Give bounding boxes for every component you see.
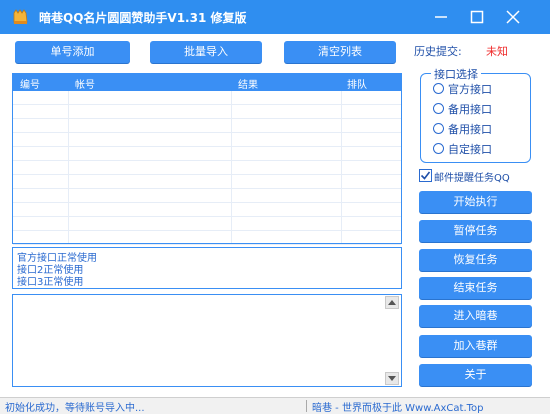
column-header-id[interactable]: 编号 — [20, 76, 40, 91]
radio-circle-icon — [433, 143, 444, 154]
about-button[interactable]: 关于 — [419, 364, 532, 386]
radio-backup-interface-2[interactable]: 备用接口 — [433, 121, 533, 137]
app-icon — [12, 9, 29, 25]
status-message: 初始化成功，等待账号导入中... — [5, 403, 145, 414]
interface-log[interactable]: 官方接口正常使用 接口2正常使用 接口3正常使用 — [12, 247, 402, 289]
table-row[interactable] — [13, 119, 401, 133]
status-website[interactable]: 暗巷 - 世界而极于此 Www.AxCat.Top — [312, 399, 484, 414]
email-notify-checkbox[interactable] — [419, 169, 432, 182]
radio-custom-interface[interactable]: 自定接口 — [433, 141, 533, 157]
history-value: 未知 — [486, 45, 508, 58]
maximize-button[interactable] — [464, 6, 490, 28]
enter-button[interactable]: 进入暗巷 — [419, 305, 532, 327]
close-icon — [506, 10, 520, 24]
scroll-up-button[interactable] — [385, 296, 399, 309]
scroll-down-button[interactable] — [385, 372, 399, 385]
table-row[interactable] — [13, 203, 401, 217]
chevron-down-icon — [388, 376, 396, 381]
stop-button[interactable]: 结束任务 — [419, 277, 532, 299]
radio-circle-icon — [433, 103, 444, 114]
radio-official-interface[interactable]: 官方接口 — [433, 81, 533, 97]
join-group-button[interactable]: 加入巷群 — [419, 335, 532, 357]
history-label: 历史提交: — [414, 45, 462, 58]
single-add-button[interactable]: 单号添加 — [15, 41, 130, 63]
table-row[interactable] — [13, 189, 401, 203]
column-header-queue[interactable]: 排队 — [347, 76, 367, 91]
radio-circle-icon — [433, 123, 444, 134]
table-row[interactable] — [13, 161, 401, 175]
start-button[interactable]: 开始执行 — [419, 191, 532, 213]
radio-label: 自定接口 — [448, 143, 492, 156]
maximize-icon — [470, 10, 484, 24]
pause-button[interactable]: 暂停任务 — [419, 220, 532, 242]
account-table[interactable]: 编号 帐号 结果 排队 — [12, 73, 402, 245]
batch-import-button[interactable]: 批量导入 — [150, 41, 262, 63]
log-line: 接口3正常使用 — [17, 277, 84, 288]
radio-label: 备用接口 — [448, 103, 492, 116]
interface-group-title: 接口选择 — [431, 66, 481, 82]
radio-label: 官方接口 — [448, 83, 492, 96]
table-row[interactable] — [13, 91, 401, 105]
table-row[interactable] — [13, 133, 401, 147]
table-row[interactable] — [13, 175, 401, 189]
minimize-button[interactable] — [428, 6, 454, 28]
column-header-account[interactable]: 帐号 — [75, 76, 95, 91]
checkmark-icon — [420, 171, 431, 180]
chevron-up-icon — [388, 300, 396, 305]
radio-circle-icon — [433, 83, 444, 94]
table-row[interactable] — [13, 217, 401, 231]
radio-backup-interface-1[interactable]: 备用接口 — [433, 101, 533, 117]
resume-button[interactable]: 恢复任务 — [419, 249, 532, 271]
status-divider — [306, 400, 307, 412]
table-header: 编号 帐号 结果 排队 — [13, 74, 401, 91]
column-header-result[interactable]: 结果 — [238, 76, 258, 91]
output-textarea[interactable] — [12, 294, 402, 387]
email-notify-label: 邮件提醒任务QQ — [434, 173, 510, 184]
table-row[interactable] — [13, 147, 401, 161]
radio-label: 备用接口 — [448, 123, 492, 136]
clear-list-button[interactable]: 清空列表 — [284, 41, 396, 63]
minimize-icon — [435, 16, 447, 18]
table-row[interactable] — [13, 231, 401, 245]
close-button[interactable] — [500, 6, 526, 28]
window-title: 暗巷QQ名片圆圆赞助手V1.31 修复版 — [39, 11, 247, 25]
table-row[interactable] — [13, 105, 401, 119]
